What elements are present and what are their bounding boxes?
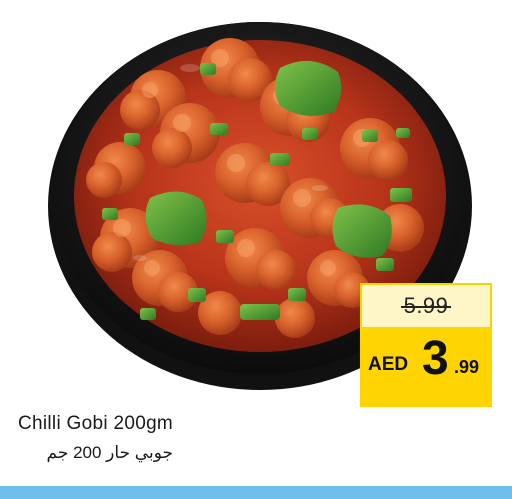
- old-price: 5.99: [400, 293, 452, 319]
- bottom-bar: [0, 486, 512, 499]
- price-tag: 5.99 AED 3 .99: [360, 283, 492, 407]
- product-card[interactable]: 5.99 AED 3 .99 Chilli Gobi 200gm جوبي حا…: [0, 0, 512, 499]
- currency-label: AED: [368, 354, 409, 375]
- new-price-box: AED 3 .99: [360, 327, 492, 407]
- new-price-decimal: .99: [454, 357, 480, 377]
- new-price-integer: 3: [422, 332, 449, 385]
- strikethrough-line: [400, 306, 452, 308]
- old-price-box: 5.99: [360, 283, 492, 327]
- product-name-arabic: جوبي حار 200 جم: [46, 443, 173, 462]
- product-name-english: Chilli Gobi 200gm: [18, 413, 174, 434]
